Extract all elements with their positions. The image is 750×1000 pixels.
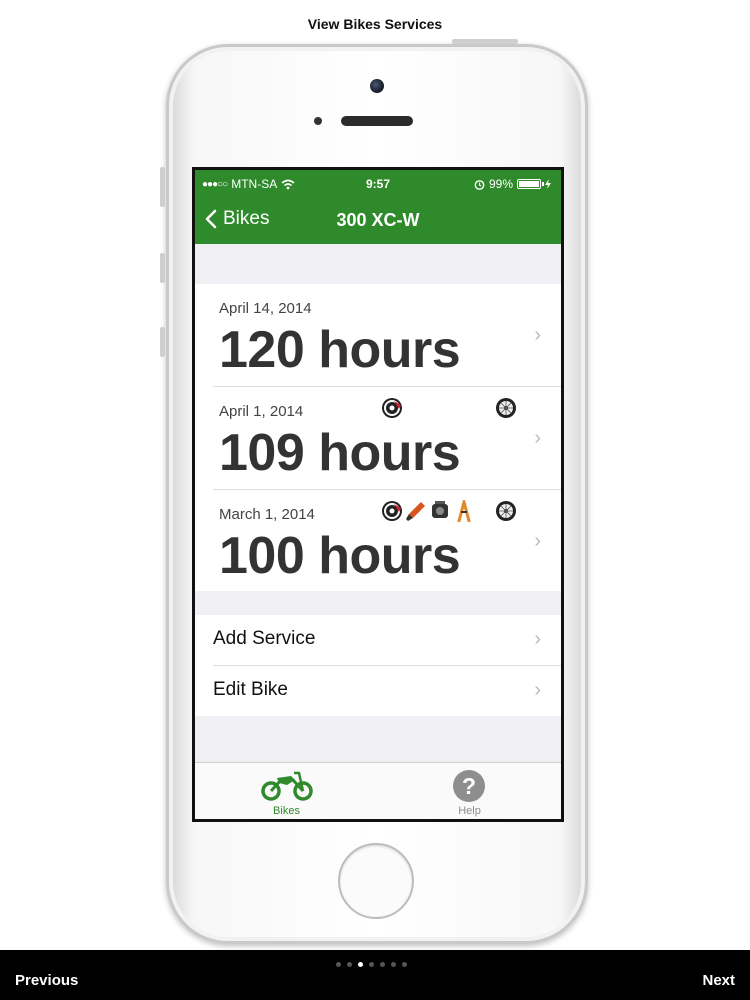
next-button[interactable]: Next — [702, 972, 735, 989]
service-row[interactable]: April 14, 2014 120 hours › — [195, 284, 561, 386]
add-service-button[interactable]: Add Service › — [195, 615, 561, 665]
service-date: April 1, 2014 — [219, 403, 304, 420]
brake-disc-icon — [382, 501, 402, 521]
earpiece-speaker — [341, 116, 413, 126]
page-dot[interactable] — [347, 962, 352, 967]
page-dot[interactable] — [336, 962, 341, 967]
service-row[interactable]: March 1, 2014 100 hours › — [195, 490, 561, 591]
spark-plug-icon — [406, 502, 425, 521]
front-camera — [370, 79, 384, 93]
page-title: View Bikes Services — [307, 16, 443, 32]
brake-disc-icon — [382, 398, 402, 418]
motorbike-icon — [261, 771, 313, 801]
chevron-right-icon: › — [534, 324, 541, 346]
page-dot-active[interactable] — [358, 962, 363, 967]
service-date: March 1, 2014 — [219, 506, 315, 523]
app-view: ●●●○○ MTN-SA 9:57 99% Bikes 300 XC-W Apr… — [195, 170, 561, 819]
volume-up-button — [160, 253, 165, 283]
page-dot[interactable] — [391, 962, 396, 967]
chevron-right-icon: › — [534, 679, 541, 701]
chevron-right-icon: › — [534, 427, 541, 449]
previous-button[interactable]: Previous — [15, 972, 78, 989]
tab-bar: Bikes ? Help — [195, 762, 561, 819]
volume-down-button — [160, 327, 165, 357]
battery-percent: 99% — [488, 177, 513, 191]
action-menu: Add Service › Edit Bike › — [195, 615, 561, 716]
page-dot[interactable] — [369, 962, 374, 967]
wheel-icon — [496, 398, 516, 418]
service-date: April 14, 2014 — [219, 300, 312, 317]
charging-icon — [545, 179, 551, 189]
tab-help[interactable]: ? Help — [378, 763, 561, 819]
phone-screen: ●●●○○ MTN-SA 9:57 99% Bikes 300 XC-W Apr… — [192, 167, 564, 822]
edit-bike-label: Edit Bike — [213, 679, 288, 700]
status-bar: ●●●○○ MTN-SA 9:57 99% — [195, 175, 561, 193]
chevron-right-icon: › — [534, 530, 541, 552]
page-indicator — [336, 962, 407, 967]
page-dot[interactable] — [380, 962, 385, 967]
chevron-right-icon: › — [534, 628, 541, 650]
service-list: April 14, 2014 120 hours › April 1, 2014… — [195, 284, 561, 591]
help-icon: ? — [453, 770, 485, 802]
bike-title: 300 XC-W — [336, 210, 420, 230]
battery-icon — [517, 179, 544, 189]
power-button — [452, 39, 518, 44]
engine-icon — [432, 501, 448, 518]
home-button[interactable] — [338, 843, 414, 919]
mute-switch — [160, 167, 165, 207]
suspension-fork-icon — [457, 500, 471, 522]
alarm-icon — [474, 179, 485, 190]
service-hours: 100 hours — [219, 527, 461, 585]
tab-bikes[interactable]: Bikes — [195, 763, 378, 819]
navigation-bar: ●●●○○ MTN-SA 9:57 99% Bikes 300 XC-W — [195, 170, 561, 244]
tab-label: Bikes — [273, 805, 300, 817]
edit-bike-button[interactable]: Edit Bike › — [195, 666, 561, 716]
proximity-sensor — [314, 117, 322, 125]
tab-label: Help — [458, 805, 481, 817]
add-service-label: Add Service — [213, 628, 316, 649]
svg-text:?: ? — [462, 773, 476, 799]
page-dot[interactable] — [402, 962, 407, 967]
service-hours: 120 hours — [219, 321, 461, 379]
service-hours: 109 hours — [219, 424, 461, 482]
wheel-icon — [496, 501, 516, 521]
service-row[interactable]: April 1, 2014 109 hours › — [195, 387, 561, 489]
tutorial-nav-bar: Previous Next — [0, 950, 750, 1000]
